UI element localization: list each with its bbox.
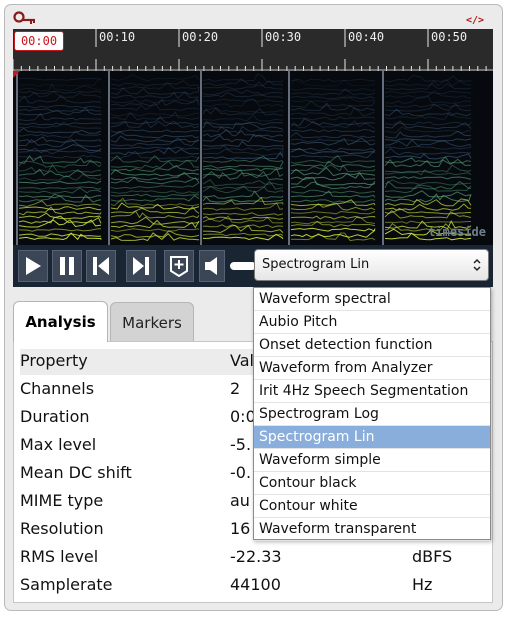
ruler-tick-label: 00:40	[348, 30, 385, 44]
row-property: Samplerate	[20, 575, 113, 594]
ruler-tick-label: 00:50	[431, 30, 468, 44]
zoom-key-icon[interactable]	[13, 11, 37, 27]
skip-forward-icon	[133, 257, 149, 275]
visualization-select[interactable]: Spectrogram Lin	[254, 249, 489, 281]
play-button[interactable]	[18, 250, 48, 282]
dropdown-option[interactable]: Contour black	[254, 472, 490, 495]
add-marker-icon	[170, 256, 188, 277]
row-value: 44100	[230, 575, 281, 594]
ruler-tick-label: 00:20	[182, 30, 219, 44]
table-row: Samplerate 44100 Hz	[20, 573, 490, 599]
pause-icon	[60, 257, 74, 275]
spectrogram-image	[16, 71, 472, 245]
row-value: -5.	[230, 435, 252, 454]
row-property: Resolution	[20, 519, 104, 538]
watermark: timeside	[428, 225, 486, 239]
row-value: 0:0	[230, 407, 256, 426]
dropdown-option[interactable]: Waveform from Analyzer	[254, 357, 490, 380]
spectrogram-view[interactable]: timeside	[13, 71, 493, 245]
table-row: RMS level -22.33 dBFS	[20, 545, 490, 571]
row-value: 16	[230, 519, 251, 538]
visualization-dropdown: Waveform spectral Aubio Pitch Onset dete…	[253, 287, 491, 541]
dropdown-option[interactable]: Aubio Pitch	[254, 311, 490, 334]
current-time-display: 00:00	[14, 31, 64, 51]
svg-text:</>: </>	[466, 15, 484, 25]
row-value: -22.33	[230, 547, 282, 566]
dropdown-option[interactable]: Contour white	[254, 495, 490, 518]
row-property: Channels	[20, 379, 95, 398]
chevron-updown-icon	[473, 258, 481, 272]
dropdown-option[interactable]: Onset detection function	[254, 334, 490, 357]
volume-slider[interactable]	[230, 260, 256, 272]
row-value: -0.	[230, 463, 252, 482]
header-property: Property	[20, 351, 88, 370]
pause-button[interactable]	[52, 250, 82, 282]
row-unit: Hz	[412, 575, 433, 594]
tab-analysis[interactable]: Analysis	[13, 301, 108, 342]
dropdown-option[interactable]: Waveform simple	[254, 449, 490, 472]
ruler-tick-label: 00:30	[265, 30, 302, 44]
ruler-tick-label: 00:10	[99, 30, 136, 44]
skip-back-button[interactable]	[86, 250, 116, 282]
header-value: Val	[230, 351, 254, 370]
row-property: RMS level	[20, 547, 99, 566]
row-property: Duration	[20, 407, 90, 426]
ruler-ticks	[13, 29, 493, 71]
skip-back-icon	[93, 257, 109, 275]
row-property: MIME type	[20, 491, 104, 510]
row-property: Max level	[20, 435, 97, 454]
time-ruler[interactable]: 00:00 00:10 00:20 00:30 00:40 00:50	[13, 29, 493, 71]
embed-code-icon[interactable]: </>	[466, 13, 486, 25]
row-property: Mean DC shift	[20, 463, 132, 482]
play-icon	[26, 257, 41, 275]
control-bar: Spectrogram Lin	[13, 245, 493, 287]
visualization-select-value: Spectrogram Lin	[262, 257, 370, 272]
dropdown-option[interactable]: Spectrogram Log	[254, 403, 490, 426]
volume-button[interactable]	[199, 250, 225, 282]
row-value: 2	[230, 379, 241, 398]
dropdown-option[interactable]: Waveform transparent	[254, 518, 490, 541]
dropdown-option[interactable]: Irit 4Hz Speech Segmentation	[254, 380, 490, 403]
skip-forward-button[interactable]	[126, 250, 156, 282]
tab-markers[interactable]: Markers	[110, 302, 194, 342]
dropdown-option[interactable]: Waveform spectral	[254, 288, 490, 311]
row-unit: dBFS	[412, 547, 453, 566]
add-marker-button[interactable]	[164, 250, 194, 282]
row-value: au	[230, 491, 250, 510]
volume-icon	[205, 257, 217, 275]
dropdown-option-selected[interactable]: Spectrogram Lin	[254, 426, 490, 449]
playhead-marker-icon[interactable]	[13, 71, 21, 79]
